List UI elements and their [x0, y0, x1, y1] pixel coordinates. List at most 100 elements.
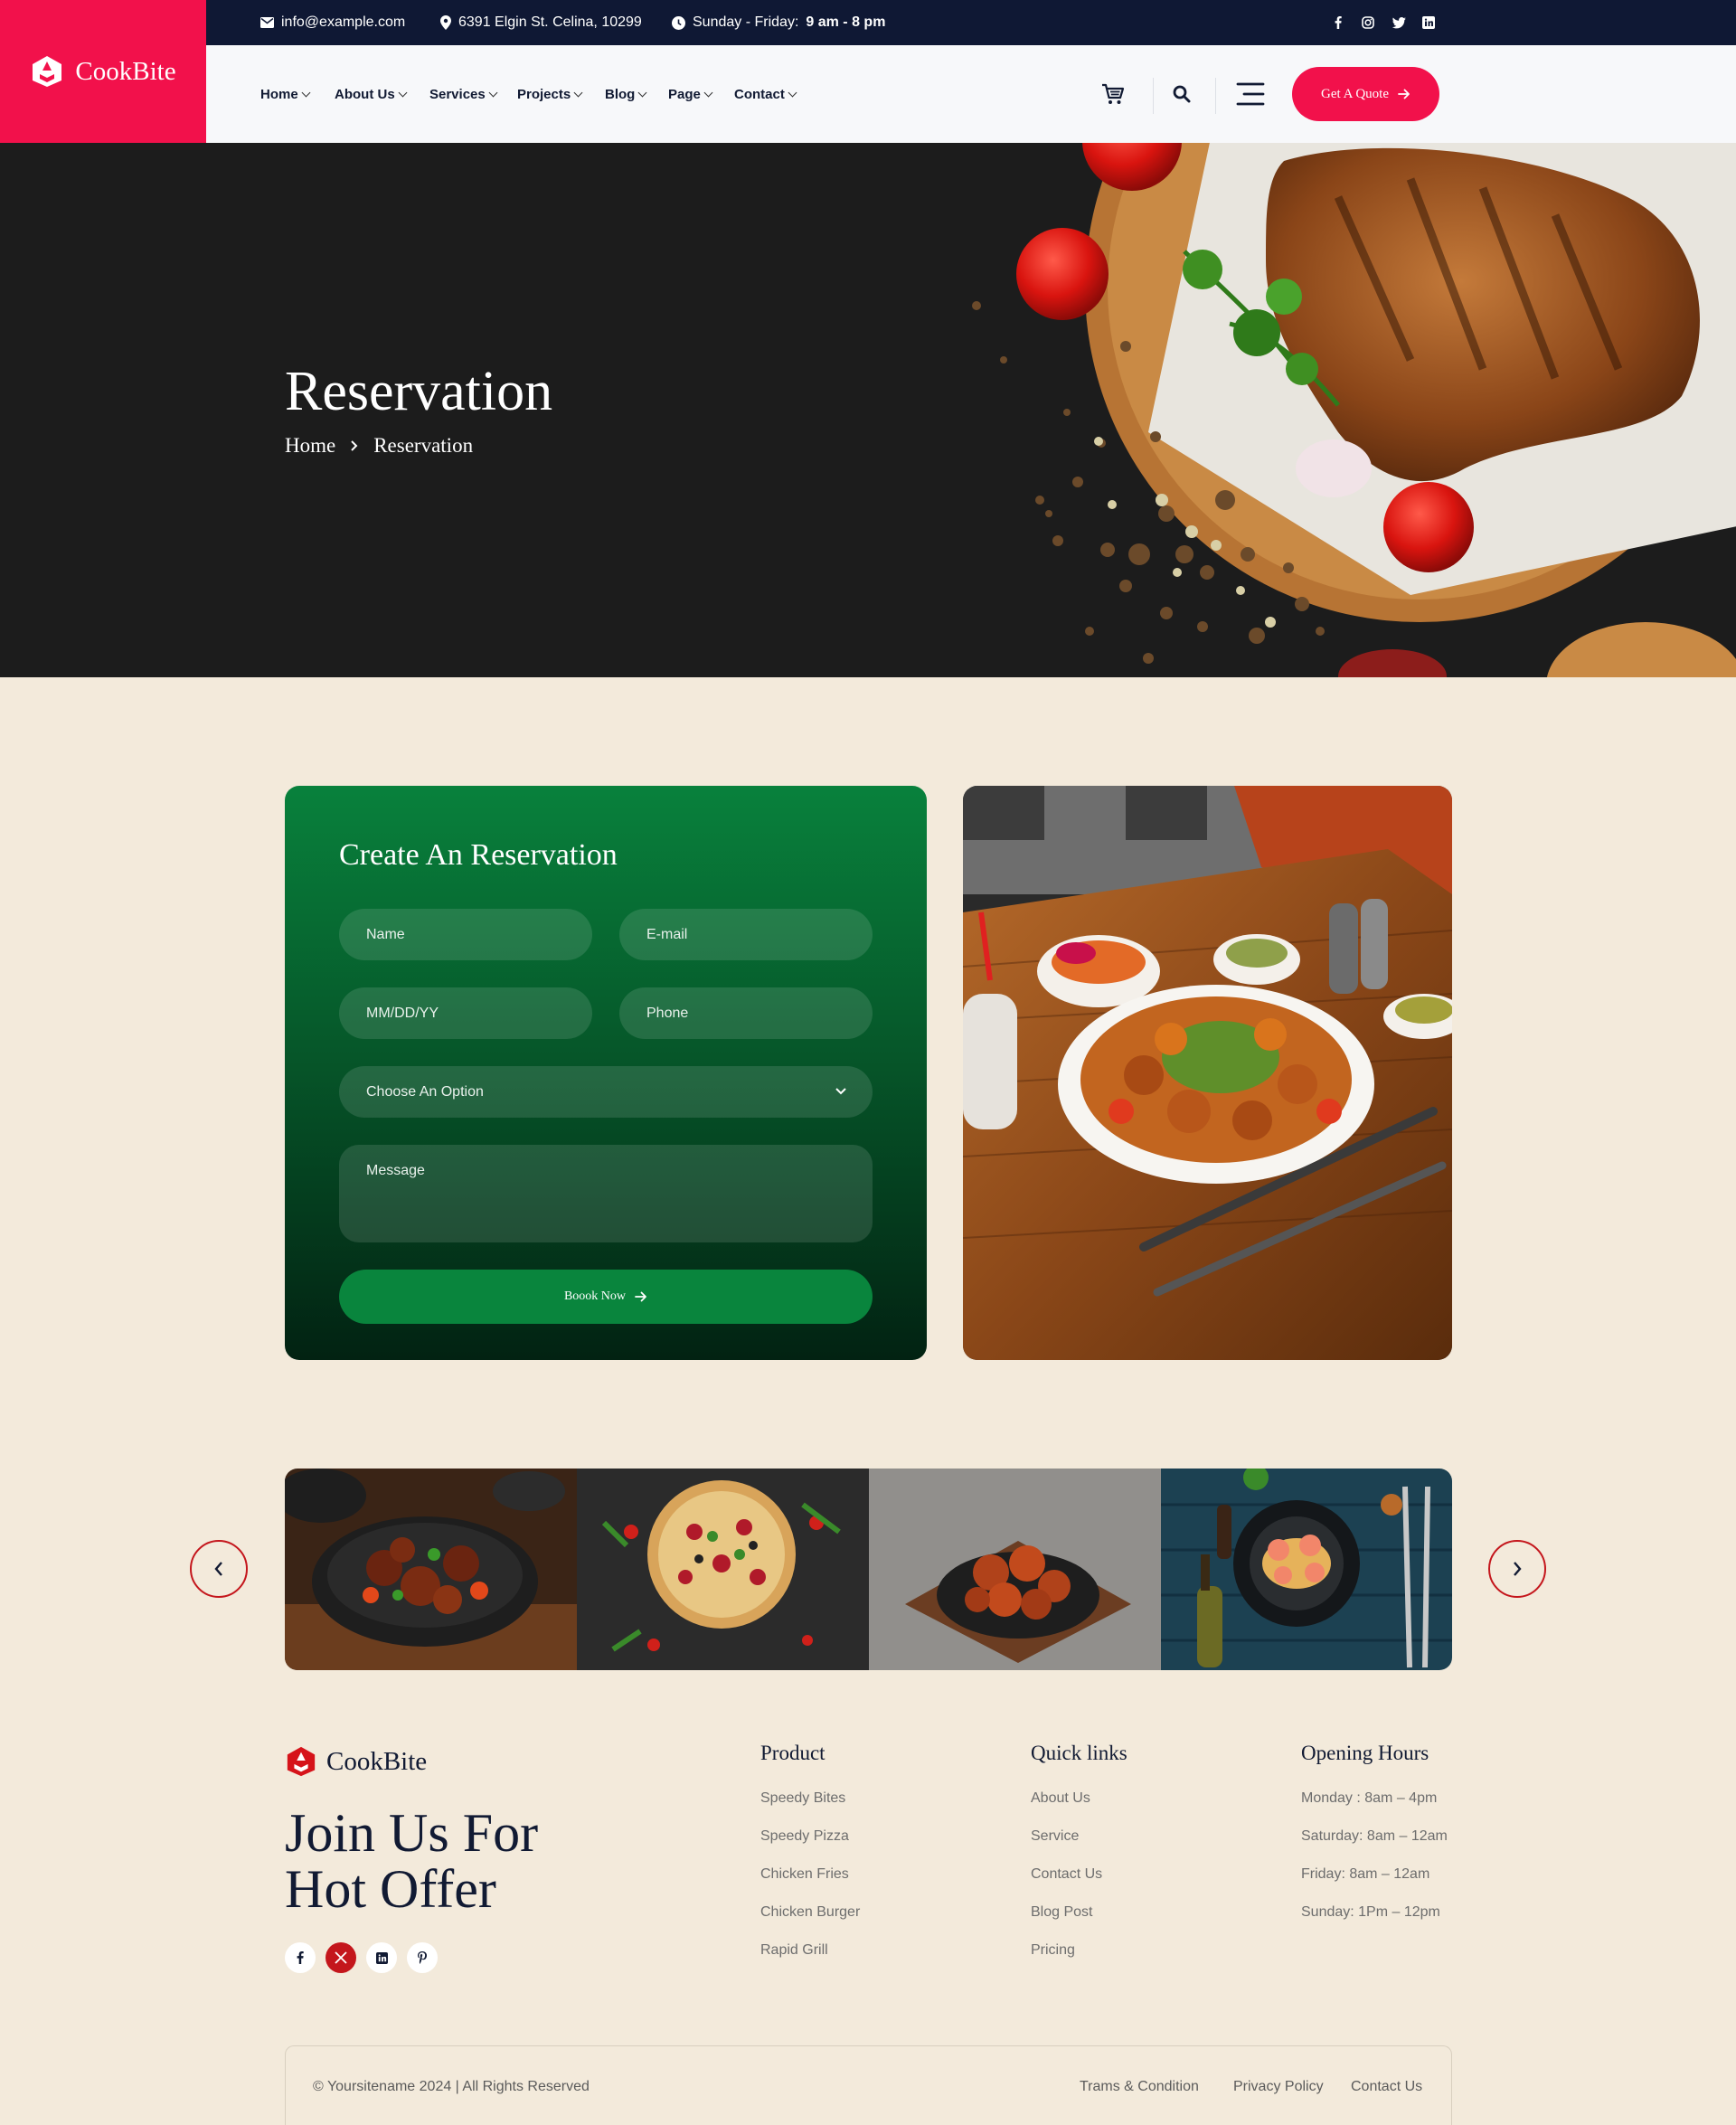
- email-text: info@example.com: [281, 14, 406, 30]
- footer-link[interactable]: Pricing: [1031, 1942, 1127, 1980]
- page-title: Reservation: [285, 361, 553, 422]
- privacy-policy-link[interactable]: Privacy Policy: [1233, 2079, 1324, 2095]
- footer-link[interactable]: Chicken Burger: [760, 1904, 860, 1942]
- date-placeholder: MM/DD/YY: [366, 1005, 439, 1021]
- nav-blog[interactable]: Blog: [605, 45, 647, 143]
- x-twitter-icon[interactable]: [326, 1942, 356, 1973]
- chicken-wings-image[interactable]: [869, 1469, 1161, 1670]
- name-placeholder: Name: [366, 926, 405, 942]
- hours-value: 9 am - 8 pm: [806, 14, 886, 30]
- name-input[interactable]: Name: [339, 909, 592, 960]
- pinterest-icon[interactable]: [407, 1942, 438, 1973]
- hero-food-image: [0, 143, 1736, 677]
- nav-home-label: Home: [260, 86, 298, 102]
- footer-product-title: Product: [760, 1742, 826, 1764]
- copyright-text: © Yoursitename 2024 | All Rights Reserve…: [313, 2079, 590, 2094]
- email-info[interactable]: info@example.com: [260, 0, 405, 45]
- gallery-next-button[interactable]: [1488, 1540, 1546, 1598]
- footer-logo[interactable]: CookBite: [285, 1745, 427, 1778]
- location-pin-icon: [440, 15, 451, 30]
- chevron-right-icon: [351, 440, 358, 451]
- footer-quicklinks-title: Quick links: [1031, 1742, 1127, 1764]
- pizza-image[interactable]: [577, 1469, 869, 1670]
- address-text: 6391 Elgin St. Celina, 10299: [458, 14, 642, 30]
- footer-link[interactable]: Contact Us: [1031, 1866, 1127, 1904]
- nav-about-us[interactable]: About Us: [335, 45, 408, 143]
- footer-link[interactable]: Speedy Pizza: [760, 1828, 860, 1866]
- nav-page[interactable]: Page: [668, 45, 713, 143]
- terms-link[interactable]: Trams & Condition: [1080, 2079, 1199, 2095]
- header-logo[interactable]: CookBite: [0, 0, 206, 143]
- gallery-prev-button[interactable]: [190, 1540, 248, 1598]
- nav-contact-label: Contact: [734, 86, 785, 102]
- opening-hours-row: Friday: 8am – 12am: [1301, 1866, 1430, 1882]
- food-gallery-carousel: [285, 1469, 1452, 1670]
- form-title: Create An Reservation: [339, 838, 618, 872]
- chevron-down-icon: [835, 1088, 846, 1095]
- beef-stew-image[interactable]: [285, 1469, 577, 1670]
- phone-input[interactable]: Phone: [619, 987, 873, 1039]
- opening-hours-row: Sunday: 1Pm – 12pm: [1301, 1904, 1440, 1920]
- get-a-quote-button[interactable]: Get A Quote: [1292, 67, 1439, 121]
- shrimp-pasta-image[interactable]: [1161, 1469, 1452, 1670]
- message-placeholder: Message: [366, 1163, 425, 1178]
- book-now-label: Boook Now: [563, 1289, 627, 1303]
- footer-headline-line2: Hot Offer: [285, 1859, 496, 1919]
- footer-link[interactable]: Speedy Bites: [760, 1790, 860, 1828]
- mail-icon: [260, 17, 274, 28]
- address-info: 6391 Elgin St. Celina, 10299: [440, 0, 642, 45]
- option-select[interactable]: Choose An Option: [339, 1066, 873, 1118]
- footer-headline-line1: Join Us For: [285, 1803, 539, 1863]
- brand-logo-icon: [33, 56, 62, 87]
- phone-placeholder: Phone: [646, 1005, 689, 1021]
- breadcrumb-home[interactable]: Home: [285, 434, 335, 458]
- nav-divider: [1153, 78, 1154, 114]
- date-input[interactable]: MM/DD/YY: [339, 987, 592, 1039]
- nav-about-label: About Us: [335, 86, 395, 102]
- footer-link[interactable]: Service: [1031, 1828, 1127, 1866]
- footer-link[interactable]: Chicken Fries: [760, 1866, 860, 1904]
- footer-brand-name: CookBite: [326, 1746, 428, 1776]
- brand-logo-icon: [287, 1746, 316, 1777]
- nav-home[interactable]: Home: [260, 45, 311, 143]
- nav-contact[interactable]: Contact: [734, 45, 797, 143]
- footer-bottom-bar: © Yoursitename 2024 | All Rights Reserve…: [285, 2045, 1452, 2125]
- breadcrumb: Home Reservation: [285, 434, 473, 458]
- footer-link[interactable]: Blog Post: [1031, 1904, 1127, 1942]
- chevron-down-icon: [788, 88, 797, 97]
- footer-product-column: Product Speedy Bites Speedy Pizza Chicke…: [760, 1742, 860, 1980]
- nav-projects-label: Projects: [517, 86, 571, 102]
- chevron-down-icon: [398, 88, 408, 97]
- twitter-icon[interactable]: [1392, 15, 1406, 30]
- footer-hours-column: Opening Hours Monday : 8am – 4pm Saturda…: [1301, 1742, 1448, 1942]
- instagram-icon[interactable]: [1361, 15, 1375, 30]
- chevron-down-icon: [637, 88, 647, 97]
- facebook-icon[interactable]: [1331, 15, 1345, 30]
- linkedin-icon[interactable]: [1421, 15, 1436, 30]
- footer-link[interactable]: Rapid Grill: [760, 1942, 860, 1980]
- main-navigation: Home About Us Services Projects Blog Pag…: [206, 45, 1736, 143]
- nav-projects[interactable]: Projects: [517, 45, 583, 143]
- book-now-button[interactable]: Boook Now: [339, 1270, 873, 1324]
- nav-services[interactable]: Services: [429, 45, 498, 143]
- footer-link[interactable]: About Us: [1031, 1790, 1127, 1828]
- search-icon[interactable]: [1172, 84, 1192, 104]
- reservation-form: Create An Reservation Name E-mail MM/DD/…: [285, 786, 927, 1360]
- chevron-down-icon: [301, 88, 311, 97]
- nav-page-label: Page: [668, 86, 701, 102]
- nav-services-label: Services: [429, 86, 486, 102]
- facebook-icon[interactable]: [285, 1942, 316, 1973]
- footer-quicklinks-column: Quick links About Us Service Contact Us …: [1031, 1742, 1127, 1980]
- chevron-down-icon: [488, 88, 498, 97]
- footer-contact-link[interactable]: Contact Us: [1351, 2079, 1422, 2095]
- menu-icon[interactable]: [1236, 81, 1265, 107]
- email-input[interactable]: E-mail: [619, 909, 873, 960]
- chevron-right-icon: [1514, 1562, 1522, 1576]
- message-textarea[interactable]: Message: [339, 1145, 873, 1242]
- chevron-down-icon: [573, 88, 583, 97]
- cart-icon[interactable]: [1101, 82, 1125, 106]
- top-info-bar: info@example.com 6391 Elgin St. Celina, …: [206, 0, 1736, 45]
- linkedin-icon[interactable]: [366, 1942, 397, 1973]
- email-placeholder: E-mail: [646, 926, 688, 942]
- opening-hours-row: Saturday: 8am – 12am: [1301, 1828, 1448, 1844]
